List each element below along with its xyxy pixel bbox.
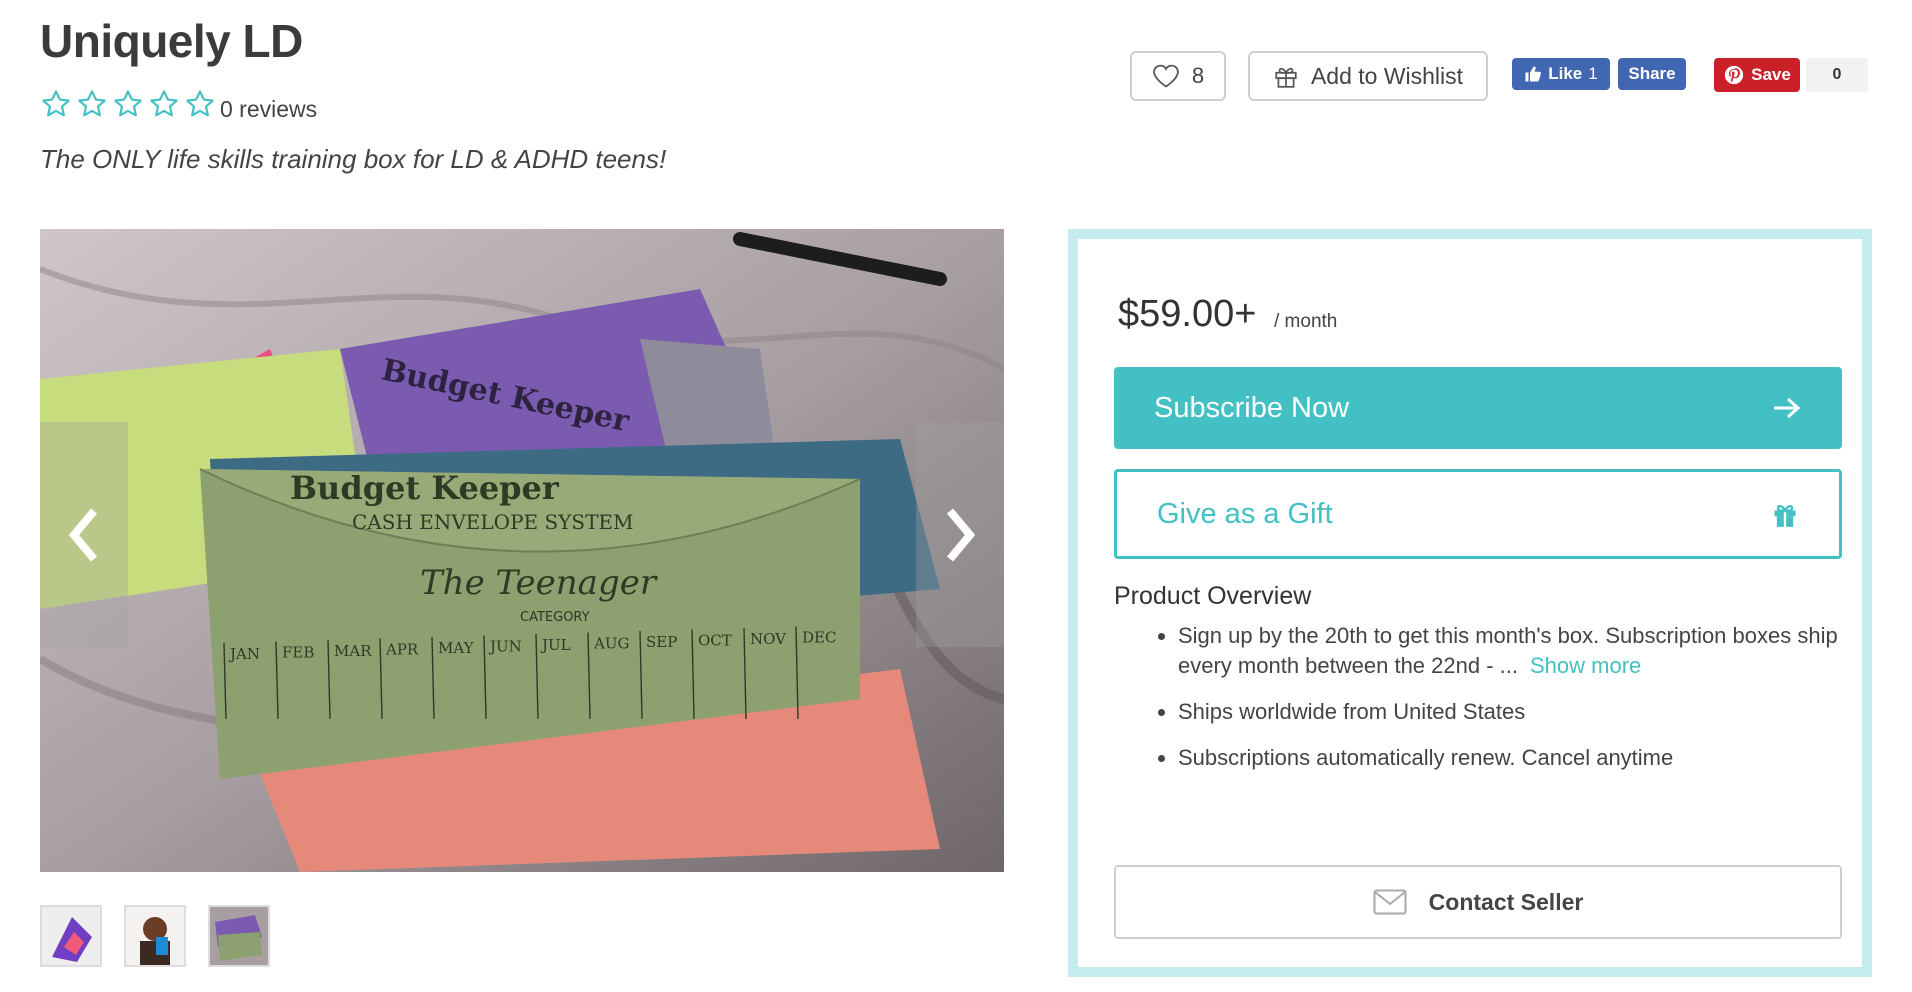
envelope-month-label: OCT — [698, 632, 732, 650]
facebook-like-count: 1 — [1588, 64, 1598, 83]
star-outline-icon — [78, 90, 106, 117]
star-outline-icon — [186, 90, 214, 117]
star-outline-icon — [150, 90, 178, 117]
envelope-subtitle-text: CASH ENVELOPE SYSTEM — [352, 510, 634, 534]
favorite-count: 8 — [1191, 63, 1205, 88]
thumbnail-2[interactable] — [124, 905, 186, 967]
envelope-category-text: The Teenager — [420, 563, 658, 603]
envelope-month-label: SEP — [646, 633, 677, 651]
pinterest-save-button[interactable]: Save — [1714, 58, 1800, 92]
chevron-left-icon — [68, 507, 98, 562]
gift-icon — [1275, 67, 1297, 88]
star-outline-icon — [114, 90, 142, 117]
chevron-right-icon — [946, 507, 976, 562]
gift-icon — [1774, 504, 1796, 527]
price: $59.00+ — [1118, 293, 1257, 335]
give-as-gift-button[interactable]: Give as a Gift — [1114, 469, 1842, 559]
envelope-month-label: MAR — [334, 642, 372, 660]
facebook-like-label: Like — [1548, 64, 1583, 83]
envelope-month-label: MAY — [438, 639, 475, 657]
store-title: Uniquely LD — [40, 15, 303, 67]
envelope-icon — [1373, 889, 1407, 915]
gift-label: Give as a Gift — [1157, 497, 1333, 530]
thumbnail-strip — [40, 905, 270, 967]
show-more-link[interactable]: Show more — [1530, 653, 1641, 678]
purchase-panel: $59.00+ / month Subscribe Now Give as a … — [1068, 229, 1872, 977]
envelope-month-label: JUN — [488, 638, 522, 656]
contact-seller-button[interactable]: Contact Seller — [1114, 865, 1842, 939]
store-tagline: The ONLY life skills training box for LD… — [40, 144, 667, 174]
arrow-right-icon — [1774, 397, 1801, 419]
pinterest-icon — [1724, 65, 1744, 85]
thumbs-up-icon — [1525, 66, 1542, 82]
envelope-month-label: FEB — [282, 644, 314, 662]
list-item: Sign up by the 20th to get this month's … — [1178, 621, 1868, 681]
envelope-brand-text: Budget Keeper — [290, 469, 560, 507]
product-overview-list: Sign up by the 20th to get this month's … — [1142, 621, 1868, 789]
pinterest-count: 0 — [1806, 58, 1868, 92]
favorite-button[interactable]: 8 — [1130, 51, 1226, 101]
carousel-prev-button[interactable] — [40, 422, 128, 647]
reviews-link[interactable]: 0 reviews — [220, 96, 317, 123]
carousel-next-button[interactable] — [916, 422, 1004, 647]
product-image-carousel[interactable]: Budget Keeper CASH ENVELOPE SYSTEM The T… — [40, 229, 1004, 872]
envelope-month-label: JUL — [540, 636, 571, 654]
facebook-share-button[interactable]: Share — [1618, 58, 1686, 90]
product-overview-heading: Product Overview — [1114, 582, 1312, 610]
list-item: Subscriptions automatically renew. Cance… — [1178, 743, 1868, 773]
envelope-category-label: CATEGORY — [520, 610, 590, 625]
envelope-month-label: AUG — [593, 635, 629, 653]
subscribe-label: Subscribe Now — [1154, 391, 1350, 424]
envelope-month-label: APR — [385, 641, 419, 659]
pinterest-save-label: Save — [1751, 65, 1791, 84]
add-to-wishlist-button[interactable]: Add to Wishlist — [1248, 51, 1488, 101]
envelope-month-label: NOV — [750, 630, 787, 648]
subscribe-now-button[interactable]: Subscribe Now — [1114, 367, 1842, 449]
contact-seller-label: Contact Seller — [1428, 888, 1584, 915]
thumbnail-3[interactable] — [208, 905, 270, 967]
thumbnail-1[interactable] — [40, 905, 102, 967]
list-item: Ships worldwide from United States — [1178, 697, 1868, 727]
heart-icon — [1153, 64, 1179, 88]
envelope-month-label: DEC — [802, 629, 836, 647]
price-period: / month — [1274, 311, 1338, 332]
star-outline-icon — [42, 90, 70, 117]
rating-stars[interactable] — [40, 88, 216, 120]
wishlist-label: Add to Wishlist — [1310, 62, 1464, 89]
envelope-month-label: JAN — [228, 645, 260, 663]
product-photo: Budget Keeper CASH ENVELOPE SYSTEM The T… — [40, 229, 1004, 872]
facebook-like-button[interactable]: Like 1 — [1512, 58, 1610, 90]
